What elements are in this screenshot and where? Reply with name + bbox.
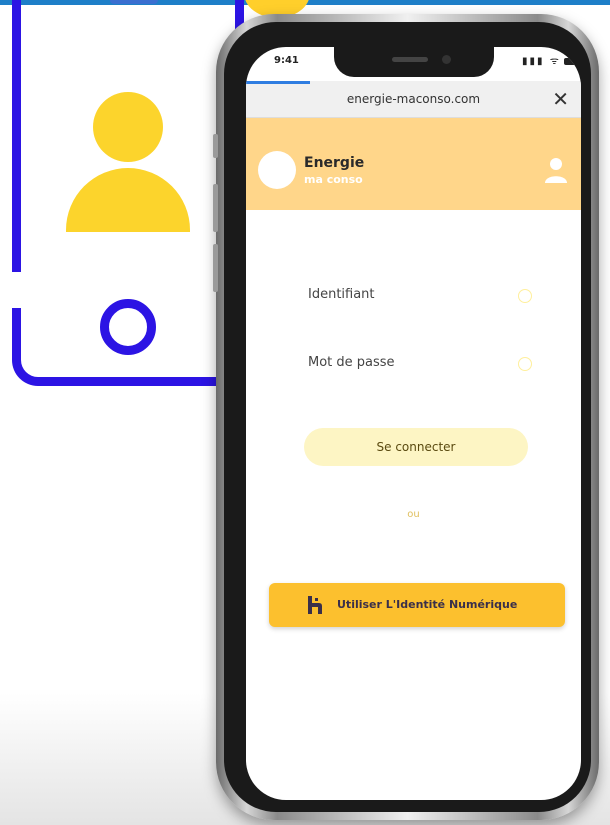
identite-numerique-logo-icon bbox=[308, 596, 322, 614]
phone-screen: 9:41 ▮▮▮ ᯤ energie-maconso.com ✕ Energie… bbox=[246, 47, 581, 800]
identifiant-field-label[interactable]: Identifiant bbox=[308, 287, 375, 302]
illustration-home-button-icon bbox=[100, 299, 156, 355]
status-time: 9:41 bbox=[274, 55, 299, 66]
mute-switch bbox=[213, 134, 218, 158]
password-field-indicator bbox=[518, 357, 532, 371]
user-icon[interactable] bbox=[544, 156, 568, 184]
page-load-progress bbox=[246, 81, 310, 84]
brand-logo bbox=[258, 151, 296, 189]
notch bbox=[334, 47, 494, 77]
connect-button[interactable]: Se connecter bbox=[304, 428, 528, 466]
front-camera-icon bbox=[442, 55, 451, 64]
close-icon[interactable]: ✕ bbox=[552, 87, 569, 111]
signal-wifi-icon: ▮▮▮ ᯤ bbox=[522, 56, 561, 67]
battery-icon bbox=[563, 57, 580, 65]
browser-url-bar[interactable]: energie-maconso.com ✕ bbox=[246, 81, 581, 118]
identifiant-field-indicator bbox=[518, 289, 532, 303]
url-text[interactable]: energie-maconso.com bbox=[246, 92, 581, 106]
status-icons: ▮▮▮ ᯤ bbox=[522, 53, 580, 67]
illustration-avatar-head bbox=[93, 92, 163, 162]
password-field-label[interactable]: Mot de passe bbox=[308, 355, 395, 370]
identite-numerique-button[interactable]: Utiliser L'Identité Numérique bbox=[269, 583, 565, 627]
identite-numerique-label: Utiliser L'Identité Numérique bbox=[337, 598, 518, 611]
volume-up-button bbox=[213, 184, 218, 232]
app-header: Energie ma conso bbox=[246, 118, 581, 210]
or-separator: ou bbox=[407, 509, 420, 520]
smartphone-device: 9:41 ▮▮▮ ᯤ energie-maconso.com ✕ Energie… bbox=[213, 14, 599, 820]
volume-down-button bbox=[213, 244, 218, 292]
brand-name: Energie bbox=[304, 155, 365, 171]
speaker-grille bbox=[392, 57, 428, 62]
brand-tagline: ma conso bbox=[304, 173, 363, 186]
